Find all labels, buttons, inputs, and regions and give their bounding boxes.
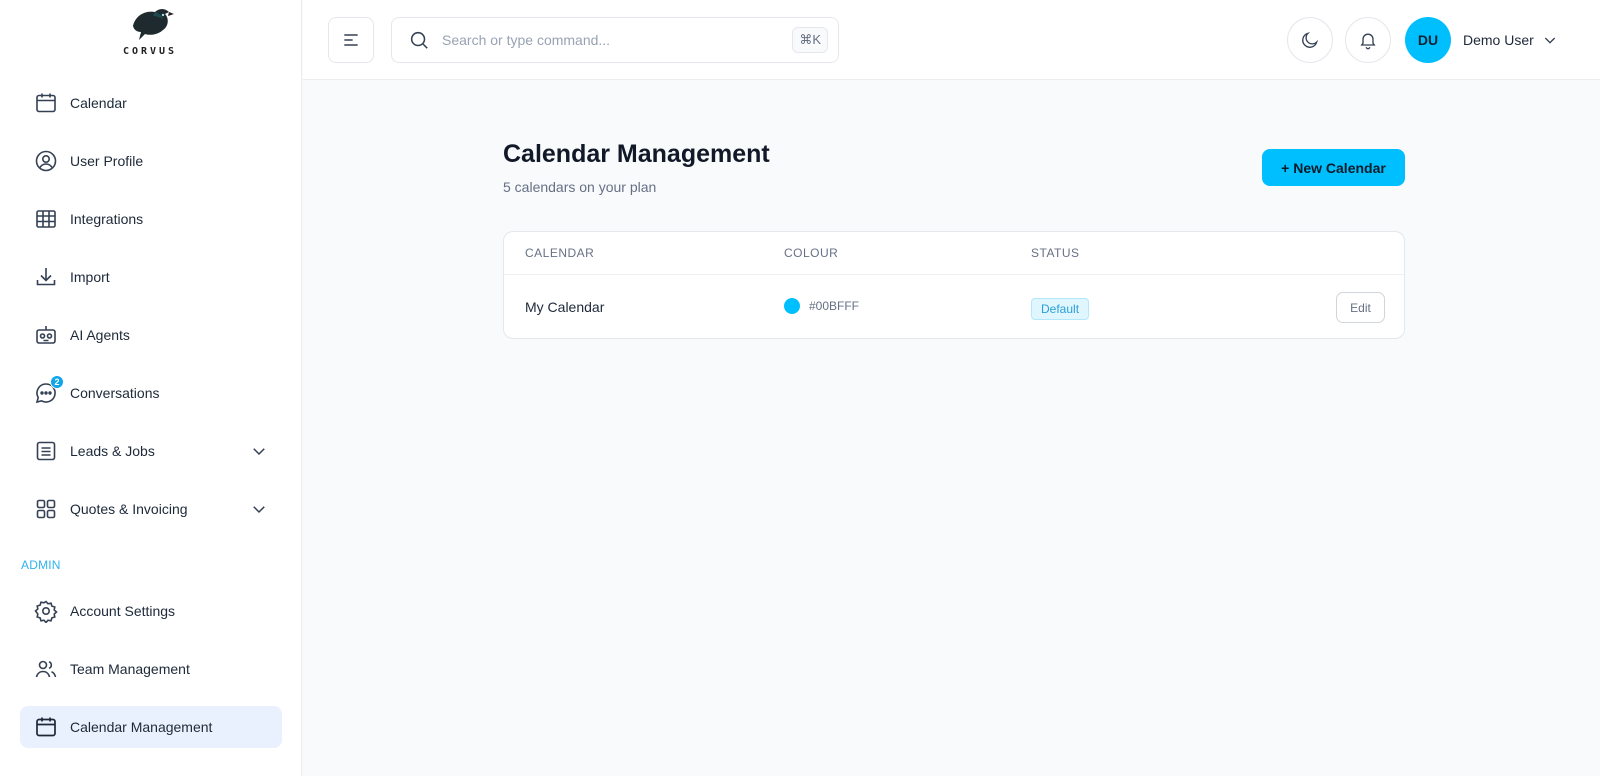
sidebar-item-label: Conversations — [70, 385, 160, 401]
notification-count-badge: 2 — [50, 375, 64, 389]
sidebar-item-calendar-management[interactable]: Calendar Management — [20, 706, 282, 748]
search-icon — [410, 31, 428, 49]
search-input[interactable] — [442, 32, 772, 48]
sidebar-item-label: AI Agents — [70, 327, 130, 343]
sidebar-item-quotes-invoicing[interactable]: Quotes & Invoicing — [20, 488, 282, 530]
bell-icon — [1360, 33, 1376, 50]
users-icon — [34, 657, 58, 681]
raven-logo-icon — [133, 9, 174, 40]
colour-hex: #00BFFF — [809, 299, 860, 313]
column-header-colour: COLOUR — [784, 246, 839, 260]
column-header-status: STATUS — [1031, 246, 1080, 260]
chevron-down-icon[interactable] — [250, 442, 268, 460]
robot-icon — [34, 323, 58, 347]
moon-icon — [1302, 31, 1319, 48]
sidebar-item-team-management[interactable]: Team Management — [20, 648, 282, 690]
sidebar-item-import[interactable]: Import — [20, 256, 282, 298]
gear-icon — [34, 599, 58, 624]
sidebar-item-conversations[interactable]: 2 Conversations — [20, 372, 282, 414]
page-subtitle: 5 calendars on your plan — [503, 179, 657, 195]
chevron-down-icon — [1544, 37, 1555, 44]
admin-section-label: ADMIN — [21, 558, 61, 572]
sidebar-item-ai-agents[interactable]: AI Agents — [20, 314, 282, 356]
sidebar-item-label: Integrations — [70, 211, 144, 227]
dark-mode-toggle-button[interactable] — [1287, 17, 1333, 63]
edit-button[interactable]: Edit — [1336, 292, 1385, 323]
sidebar-item-label: Team Management — [70, 661, 190, 677]
chat-bubble-icon: 2 — [34, 375, 64, 405]
sidebar-item-label: Import — [70, 269, 110, 285]
colour-swatch — [784, 298, 800, 314]
avatar[interactable]: DU — [1405, 17, 1451, 63]
column-header-calendar: CALENDAR — [525, 246, 595, 260]
table-grid-icon — [34, 207, 58, 231]
topbar: ⌘K DU Demo User — [303, 0, 1600, 80]
calendar-icon — [34, 715, 58, 739]
sidebar-item-user-profile[interactable]: User Profile — [20, 140, 282, 182]
brand-logo[interactable]: CORVUS — [110, 4, 190, 62]
sidebar: CORVUS Calendar User Profile Integration… — [0, 0, 302, 776]
search-box[interactable]: ⌘K — [391, 17, 839, 63]
calendar-icon — [34, 91, 58, 115]
grid-four-icon — [34, 497, 58, 521]
list-doc-icon — [34, 439, 58, 463]
calendars-table: CALENDAR COLOUR STATUS My Calendar #00BF… — [503, 231, 1405, 339]
sidebar-item-label: Account Settings — [70, 603, 176, 619]
search-shortcut-hint: ⌘K — [792, 27, 828, 53]
user-circle-icon — [34, 149, 58, 173]
download-icon — [34, 265, 58, 289]
sidebar-item-calendar[interactable]: Calendar — [20, 82, 282, 124]
new-calendar-button[interactable]: + New Calendar — [1262, 149, 1405, 186]
notifications-button[interactable] — [1345, 17, 1391, 63]
calendar-name: My Calendar — [525, 299, 605, 315]
sidebar-item-label: Calendar — [70, 95, 127, 111]
chevron-down-icon[interactable] — [250, 500, 268, 518]
page-title: Calendar Management — [503, 140, 770, 168]
table-header: CALENDAR COLOUR STATUS — [504, 232, 1404, 275]
sidebar-item-account-settings[interactable]: Account Settings — [20, 590, 282, 632]
brand-name: CORVUS — [122, 46, 178, 57]
menu-icon — [344, 34, 358, 46]
sidebar-item-label: Leads & Jobs — [70, 443, 155, 459]
status-badge: Default — [1031, 298, 1090, 320]
sidebar-item-leads-jobs[interactable]: Leads & Jobs — [20, 430, 282, 472]
sidebar-toggle-button[interactable] — [328, 17, 374, 63]
sidebar-item-integrations[interactable]: Integrations — [20, 198, 282, 240]
user-menu-dropdown[interactable]: Demo User — [1463, 17, 1558, 63]
sidebar-item-label: Quotes & Invoicing — [70, 501, 188, 517]
sidebar-item-label: User Profile — [70, 153, 144, 169]
sidebar-item-label: Calendar Management — [70, 719, 213, 735]
user-name: Demo User — [1463, 32, 1534, 48]
